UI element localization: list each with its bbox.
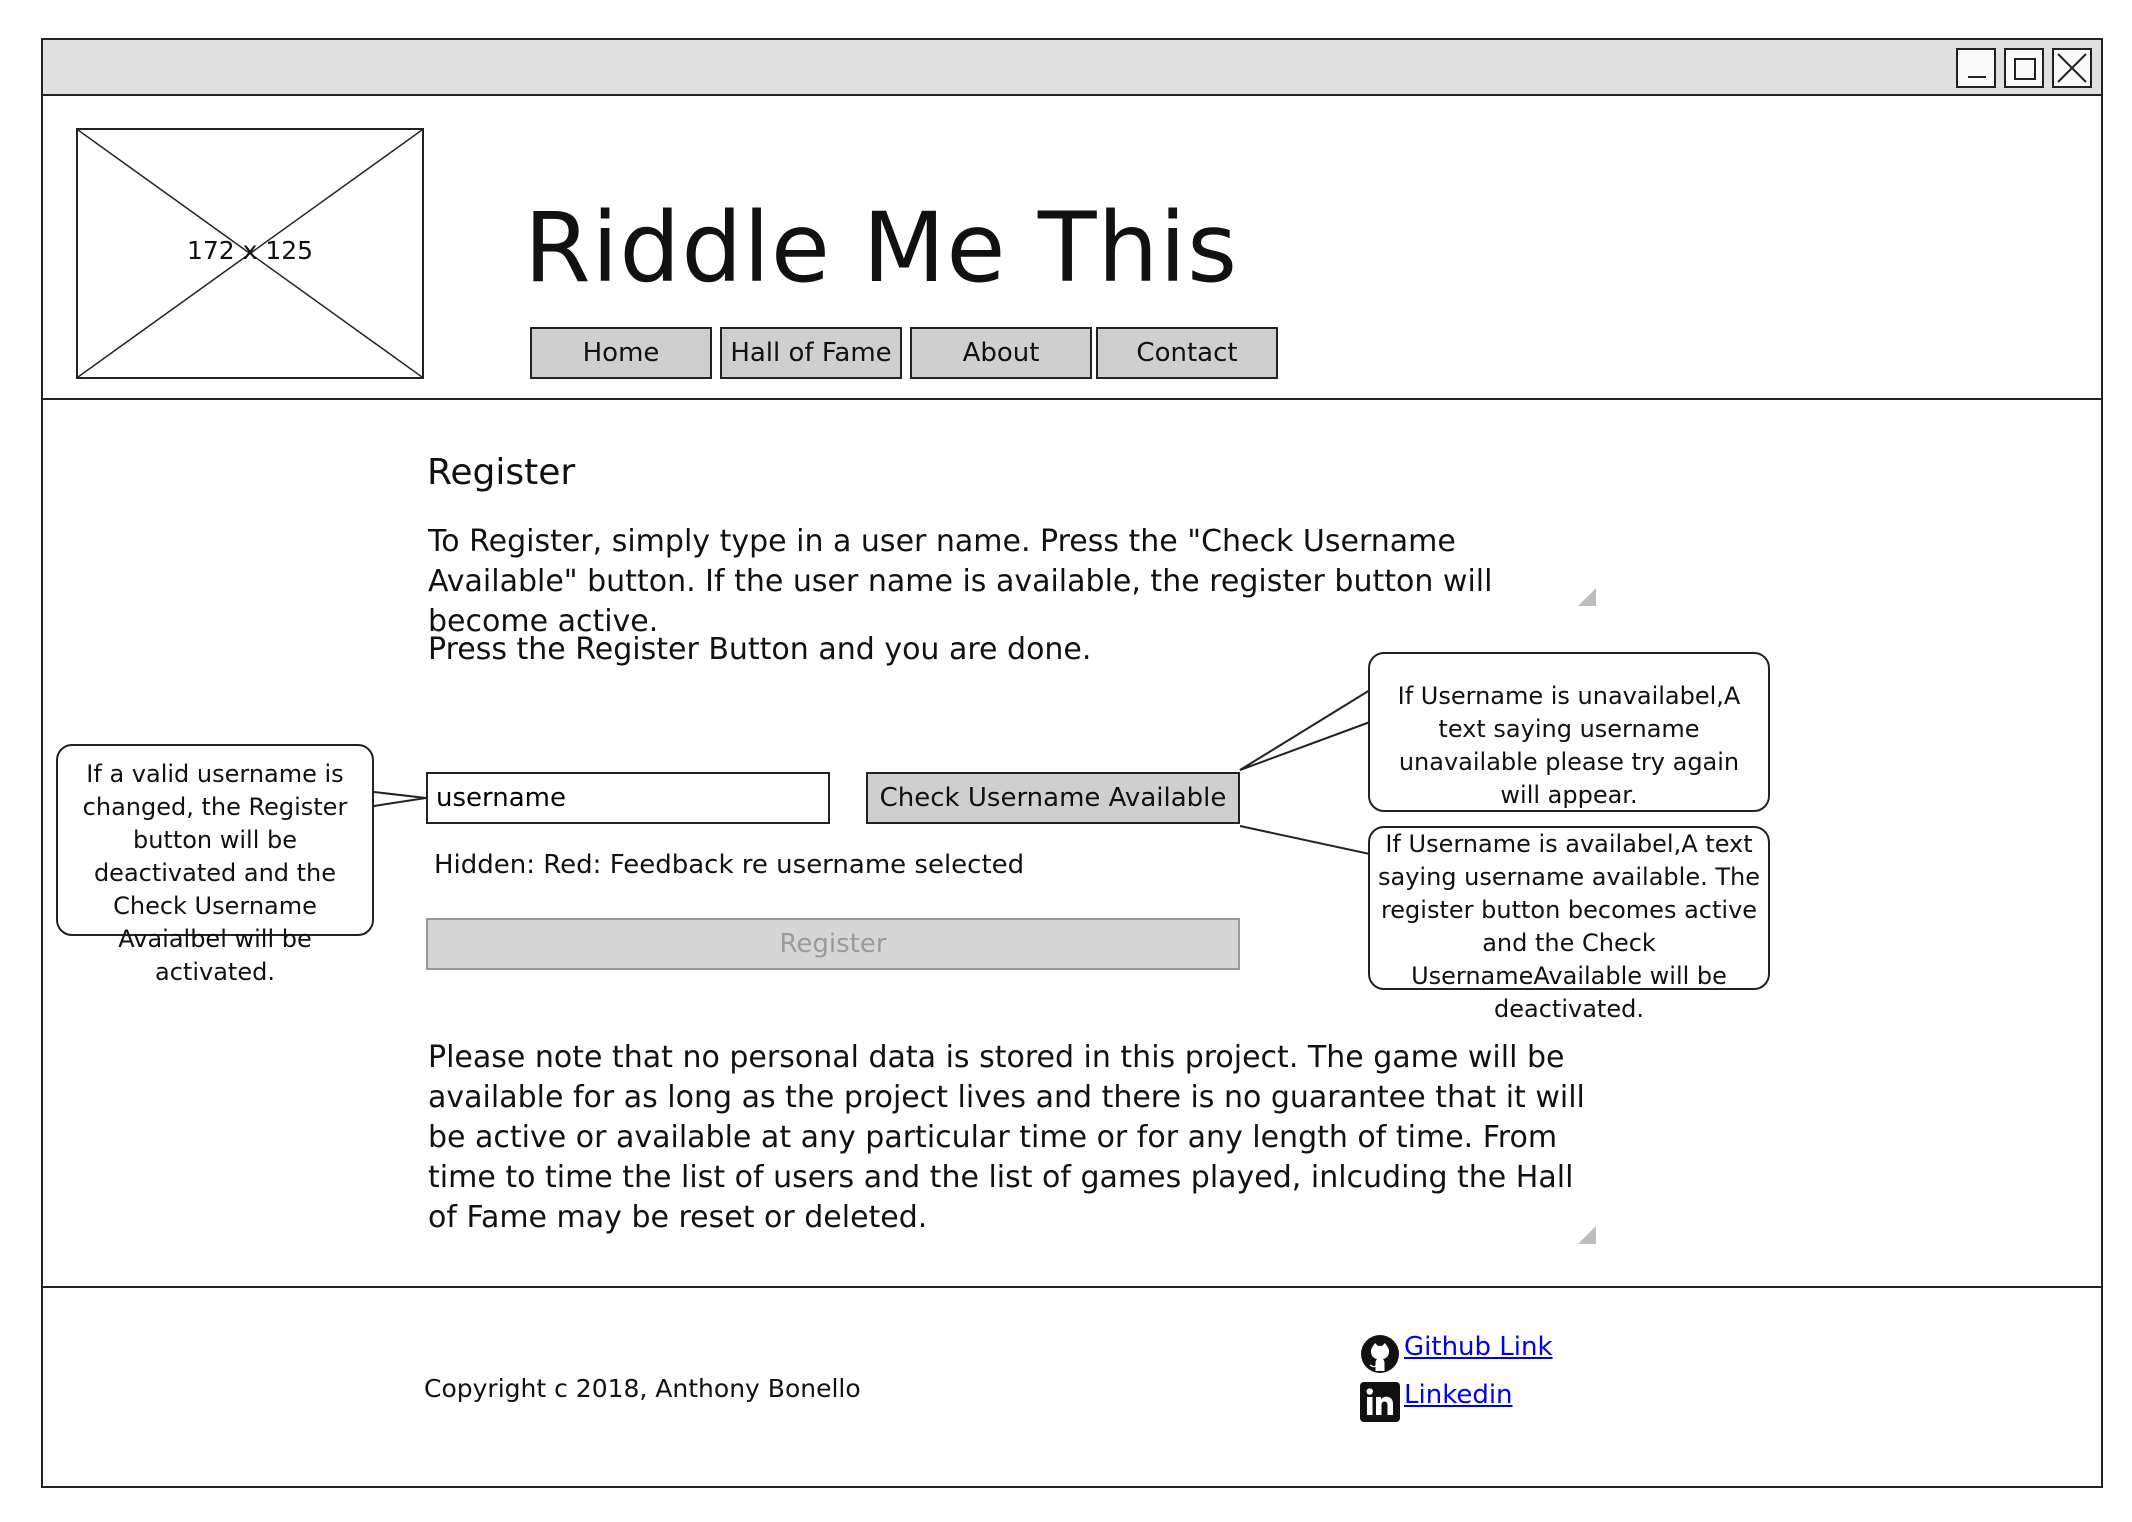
- github-link[interactable]: Github Link: [1404, 1332, 1553, 1362]
- copyright-text: Copyright c 2018, Anthony Bonello: [424, 1374, 861, 1403]
- linkedin-link[interactable]: Linkedin: [1404, 1380, 1513, 1410]
- github-icon[interactable]: [1360, 1334, 1400, 1378]
- callout-username-available: If Username is availabel,A text saying u…: [1368, 826, 1770, 1023]
- site-footer: [41, 1286, 2103, 1488]
- linkedin-icon[interactable]: [1360, 1382, 1400, 1426]
- callout-username-unavailable: If Username is unavailabel,A text saying…: [1368, 652, 1770, 812]
- callout-username-changed: If a valid username is changed, the Regi…: [56, 744, 374, 986]
